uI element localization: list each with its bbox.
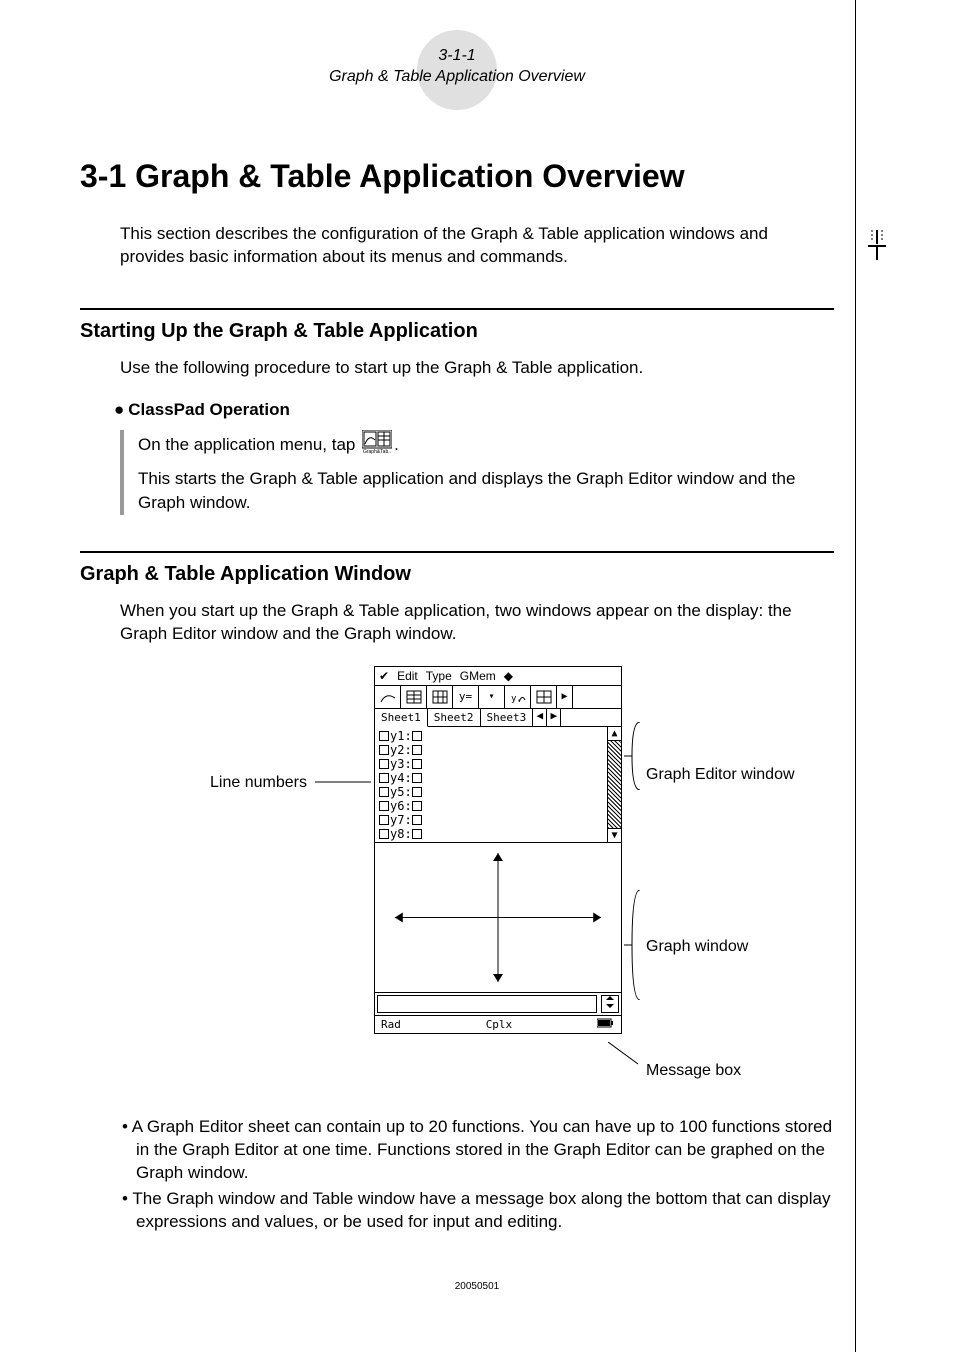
notes-list: A Graph Editor sheet can contain up to 2… <box>136 1116 834 1235</box>
menu-edit[interactable]: Edit <box>397 669 418 683</box>
graph-table-app-icon: Graph&Tab.. <box>362 430 392 461</box>
tab-sheet3[interactable]: Sheet3 <box>481 709 534 726</box>
procedure-step-2: This starts the Graph & Table applicatio… <box>138 467 834 515</box>
status-complex: Cplx <box>486 1018 513 1031</box>
page-right-rule <box>855 0 856 1352</box>
toolbar-trace-icon[interactable]: y. <box>505 686 531 708</box>
tab-nav-left-icon[interactable]: ◀ <box>533 709 547 726</box>
callout-editor-label: Graph Editor window <box>646 766 795 784</box>
editor-line-6[interactable]: y6: <box>379 799 617 813</box>
scroll-up-icon[interactable]: ▲ <box>607 727 621 741</box>
menu-gmem[interactable]: GMem <box>460 669 496 683</box>
appwin-lead: When you start up the Graph & Table appl… <box>120 600 834 646</box>
callout-graph-editor: Graph Editor window <box>646 766 795 784</box>
toolbar-range-icon[interactable] <box>427 686 453 708</box>
page-content: 3-1-1 Graph & Table Application Overview… <box>80 36 834 1238</box>
message-box-row <box>375 993 621 1016</box>
toolbar-table-icon[interactable] <box>401 686 427 708</box>
editor-line-3[interactable]: y3: <box>379 757 617 771</box>
step1-post-text: . <box>394 435 399 454</box>
callout-line-numbers: Line numbers <box>210 774 371 792</box>
appwin-heading: Graph & Table Application Window <box>80 551 834 586</box>
note-2: The Graph window and Table window have a… <box>136 1188 834 1234</box>
header-section-number: 3-1-1 <box>80 46 834 67</box>
diagram-area: Line numbers Graph Editor window Graph w… <box>120 666 834 1086</box>
editor-line-7[interactable]: y7: <box>379 813 617 827</box>
classpad-operation-heading: ●ClassPad Operation <box>114 400 834 420</box>
procedure-block: On the application menu, tap Graph&Tab..… <box>120 430 834 514</box>
callout-graph-window: Graph window <box>646 938 748 956</box>
status-angle: Rad <box>381 1018 401 1031</box>
scrollbar-thumb[interactable] <box>607 741 621 828</box>
toolbar-window-icon[interactable] <box>531 686 557 708</box>
editor-line-1[interactable]: y1: <box>379 729 617 743</box>
battery-icon <box>597 1018 615 1031</box>
page-title: 3-1 Graph & Table Application Overview <box>80 158 834 195</box>
sheet-tabs: Sheet1 Sheet2 Sheet3 ◀ ▶ <box>375 709 621 727</box>
callout-line-numbers-label: Line numbers <box>210 774 307 791</box>
menubar: ✔ Edit Type GMem ◆ <box>375 667 621 686</box>
toolbar-dropdown-icon[interactable]: ▾ <box>479 686 505 708</box>
tab-sheet2[interactable]: Sheet2 <box>428 709 481 726</box>
menu-diamond-icon[interactable]: ◆ <box>504 669 513 683</box>
procedure-step-1: On the application menu, tap Graph&Tab..… <box>138 430 834 461</box>
editor-line-8[interactable]: y8: <box>379 827 617 841</box>
toolbar-graph-icon[interactable] <box>375 686 401 708</box>
note-1: A Graph Editor sheet can contain up to 2… <box>136 1116 834 1185</box>
step1-pre-text: On the application menu, tap <box>138 435 360 454</box>
startup-heading: Starting Up the Graph & Table Applicatio… <box>80 308 834 343</box>
crop-mark-icon <box>860 230 894 264</box>
callout-message-box: Message box <box>646 1062 741 1080</box>
tab-nav-right-icon[interactable]: ▶ <box>547 709 561 726</box>
callout-msg-label: Message box <box>646 1062 741 1079</box>
header-section-title: Graph & Table Application Overview <box>80 67 834 88</box>
callout-graph-label: Graph window <box>646 938 748 955</box>
toolbar-more-icon[interactable]: ▶ <box>557 686 573 708</box>
page-header: 3-1-1 Graph & Table Application Overview <box>80 46 834 88</box>
message-box[interactable] <box>377 995 597 1013</box>
graph-pane[interactable] <box>375 843 621 993</box>
toolbar-y-equals[interactable]: y= <box>453 686 479 708</box>
editor-line-5[interactable]: y5: <box>379 785 617 799</box>
editor-line-4[interactable]: y4: <box>379 771 617 785</box>
tab-sheet1[interactable]: Sheet1 <box>375 709 428 727</box>
toolbar: y= ▾ y. ▶ <box>375 686 621 709</box>
bullet-icon: ● <box>114 400 124 419</box>
editor-line-2[interactable]: y2: <box>379 743 617 757</box>
file-menu-icon[interactable]: ✔ <box>379 669 389 683</box>
scroll-down-icon[interactable]: ▼ <box>607 828 621 842</box>
menu-type[interactable]: Type <box>426 669 452 683</box>
classpad-screenshot: ✔ Edit Type GMem ◆ y= ▾ y. ▶ Sheet1 Shee… <box>374 666 622 1034</box>
intro-paragraph: This section describes the configuration… <box>120 223 834 269</box>
svg-text:Graph&Tab..: Graph&Tab.. <box>363 449 391 454</box>
message-box-toggle-icon[interactable] <box>601 995 619 1013</box>
status-bar: Rad Cplx <box>375 1016 621 1033</box>
startup-lead: Use the following procedure to start up … <box>120 357 834 380</box>
classpad-operation-label: ClassPad Operation <box>128 400 290 419</box>
graph-editor-pane[interactable]: y1: y2: y3: y4: y5: y6: y7: y8: ▲ ▼ <box>375 727 621 843</box>
footer-number: 20050501 <box>0 1281 954 1292</box>
